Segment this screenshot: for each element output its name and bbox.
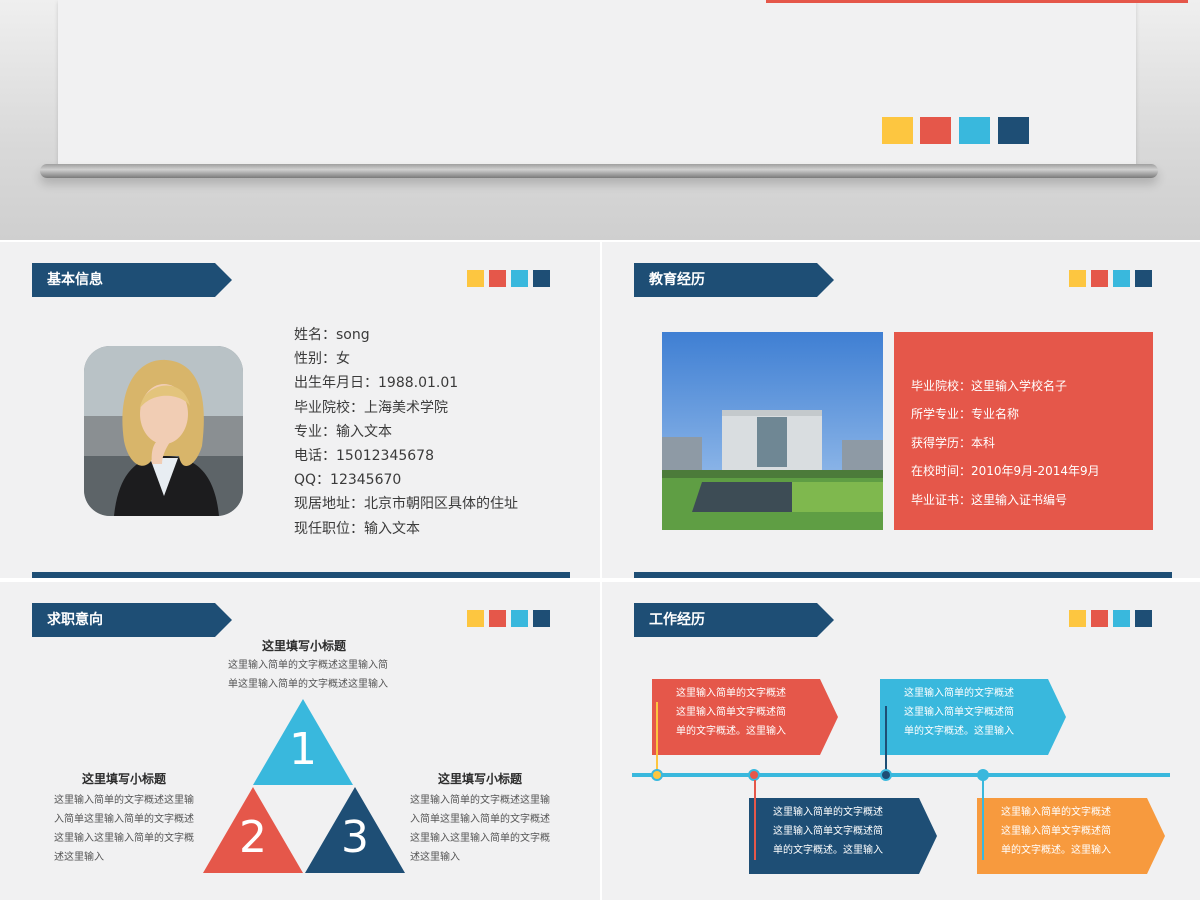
timeline-dot-yellow bbox=[651, 769, 663, 781]
red-square bbox=[1091, 610, 1108, 627]
info-name: 姓名：song bbox=[294, 327, 370, 343]
text-line: 单这里输入简单的文字概述这里输入 bbox=[228, 679, 388, 690]
whiteboard bbox=[58, 0, 1188, 164]
text-line: 这里输入这里输入简单的文字概 bbox=[410, 833, 550, 844]
work-line: 这里输入简单的文字概述 bbox=[1001, 807, 1111, 818]
work-line: 单的文字概述。这里输入 bbox=[1001, 845, 1111, 856]
yellow-square bbox=[1069, 610, 1086, 627]
edu-degree: 获得学历：本科 bbox=[911, 436, 996, 450]
blue-square bbox=[1113, 610, 1130, 627]
section-bottom-bar bbox=[32, 572, 570, 578]
info-phone: 电话：15012345678 bbox=[294, 448, 434, 464]
timeline-axis bbox=[632, 773, 1170, 777]
text-line: 这里输入这里输入简单的文字概 bbox=[54, 833, 194, 844]
edu-major: 所学专业：专业名称 bbox=[911, 407, 1020, 421]
blue-swatch bbox=[959, 117, 990, 144]
work-item-2: 这里输入简单的文字概述 这里输入简单文字概述简 单的文字概述。这里输入 bbox=[880, 679, 1066, 755]
yellow-swatch bbox=[882, 117, 913, 144]
info-major: 专业：输入文本 bbox=[294, 424, 392, 440]
work-item-1: 这里输入简单的文字概述 这里输入简单文字概述简 单的文字概述。这里输入 bbox=[652, 679, 838, 755]
work-line: 这里输入简单的文字概述 bbox=[904, 688, 1014, 699]
section-title: 工作经历 bbox=[634, 603, 834, 637]
whiteboard-shelf bbox=[40, 164, 1158, 178]
work-line: 这里输入简单的文字概述 bbox=[676, 688, 786, 699]
connector-line bbox=[754, 780, 756, 860]
education-details: 毕业院校：这里输入学校名子 所学专业：专业名称 获得学历：本科 在校时间：201… bbox=[894, 332, 1153, 530]
right-description: 这里输入简单的文字概述这里输 入简单这里输入简单的文字概述 这里输入这里输入简单… bbox=[410, 791, 570, 867]
red-square bbox=[1091, 270, 1108, 287]
info-birth: 出生年月日：1988.01.01 bbox=[294, 375, 459, 391]
text-line: 这里输入简单的文字概述这里输入简 bbox=[228, 660, 388, 671]
slide-work-experience[interactable]: 工作经历 这里输入简单的文字概述 这里输入简单文字概述简 单的文字概述。这里输入… bbox=[602, 582, 1200, 900]
work-line: 这里输入简单文字概述简 bbox=[904, 707, 1014, 718]
text-line: 述这里输入 bbox=[54, 852, 104, 863]
slide-basic-info[interactable]: 基本信息 姓名：song 性别：女 出生年月日：1988.01.01 毕业院校：… bbox=[0, 242, 600, 578]
navy-square bbox=[1135, 270, 1152, 287]
edu-certificate: 毕业证书：这里输入证书编号 bbox=[911, 493, 1068, 507]
blue-square bbox=[1113, 270, 1130, 287]
portrait-photo bbox=[84, 346, 243, 516]
yellow-square bbox=[467, 270, 484, 287]
work-item-4: 这里输入简单的文字概述 这里输入简单文字概述简 单的文字概述。这里输入 bbox=[977, 798, 1165, 874]
slide-education[interactable]: 教育经历 毕业院校：这里输入学校名子 所学专业：专业名称 获得学历：本科 在校时… bbox=[602, 242, 1200, 578]
edu-school: 毕业院校：这里输入学校名子 bbox=[911, 379, 1068, 393]
navy-square bbox=[533, 610, 550, 627]
section-title: 基本信息 bbox=[32, 263, 232, 297]
top-subtitle: 这里填写小标题 bbox=[261, 639, 346, 653]
work-item-3: 这里输入简单的文字概述 这里输入简单文字概述简 单的文字概述。这里输入 bbox=[749, 798, 937, 874]
red-square bbox=[489, 270, 506, 287]
yellow-square bbox=[1069, 270, 1086, 287]
blue-square bbox=[511, 270, 528, 287]
navy-swatch bbox=[998, 117, 1029, 144]
left-subtitle: 这里填写小标题 bbox=[81, 772, 166, 786]
campus-photo bbox=[662, 332, 883, 530]
work-line: 这里输入简单文字概述简 bbox=[1001, 826, 1111, 837]
text-line: 这里输入简单的文字概述这里输 bbox=[54, 795, 194, 806]
section-bottom-bar bbox=[634, 572, 1172, 578]
timeline-dot-navy bbox=[880, 769, 892, 781]
work-line: 这里输入简单文字概述简 bbox=[773, 826, 883, 837]
yellow-square bbox=[467, 610, 484, 627]
connector-line bbox=[885, 706, 887, 770]
red-swatch bbox=[920, 117, 951, 144]
info-qq: QQ：12345670 bbox=[294, 472, 402, 488]
connector-line bbox=[656, 702, 658, 770]
text-line: 述这里输入 bbox=[410, 852, 460, 863]
top-description: 这里输入简单的文字概述这里输入简 单这里输入简单的文字概述这里输入 bbox=[228, 656, 408, 694]
work-line: 单的文字概述。这里输入 bbox=[676, 726, 786, 737]
navy-square bbox=[533, 270, 550, 287]
text-line: 入简单这里输入简单的文字概述 bbox=[54, 814, 194, 825]
info-school: 毕业院校：上海美术学院 bbox=[294, 400, 448, 416]
navy-square bbox=[1135, 610, 1152, 627]
work-line: 这里输入简单的文字概述 bbox=[773, 807, 883, 818]
blue-square bbox=[511, 610, 528, 627]
connector-line bbox=[982, 780, 984, 860]
info-address: 现居地址：北京市朝阳区具体的住址 bbox=[294, 496, 518, 512]
top-slide-area bbox=[0, 0, 1200, 240]
edu-period: 在校时间：2010年9月-2014年9月 bbox=[911, 464, 1100, 478]
left-description: 这里输入简单的文字概述这里输 入简单这里输入简单的文字概述 这里输入这里输入简单… bbox=[54, 791, 214, 867]
work-line: 单的文字概述。这里输入 bbox=[773, 845, 883, 856]
number-3: 3 bbox=[341, 812, 369, 863]
number-1: 1 bbox=[289, 724, 317, 775]
text-line: 入简单这里输入简单的文字概述 bbox=[410, 814, 550, 825]
text-line: 这里输入简单的文字概述这里输 bbox=[410, 795, 550, 806]
slide-job-intent[interactable]: 求职意向 这里填写小标题 这里输入简单的文字概述这里输入简 单这里输入简单的文字… bbox=[0, 582, 600, 900]
info-gender: 性别：女 bbox=[294, 351, 350, 367]
number-2: 2 bbox=[239, 812, 267, 863]
section-title: 求职意向 bbox=[32, 603, 232, 637]
info-position: 现任职位：输入文本 bbox=[294, 521, 420, 537]
section-title: 教育经历 bbox=[634, 263, 834, 297]
red-square bbox=[489, 610, 506, 627]
work-line: 这里输入简单文字概述简 bbox=[676, 707, 786, 718]
board-accent-line bbox=[766, 0, 1188, 3]
work-line: 单的文字概述。这里输入 bbox=[904, 726, 1014, 737]
right-subtitle: 这里填写小标题 bbox=[437, 772, 522, 786]
